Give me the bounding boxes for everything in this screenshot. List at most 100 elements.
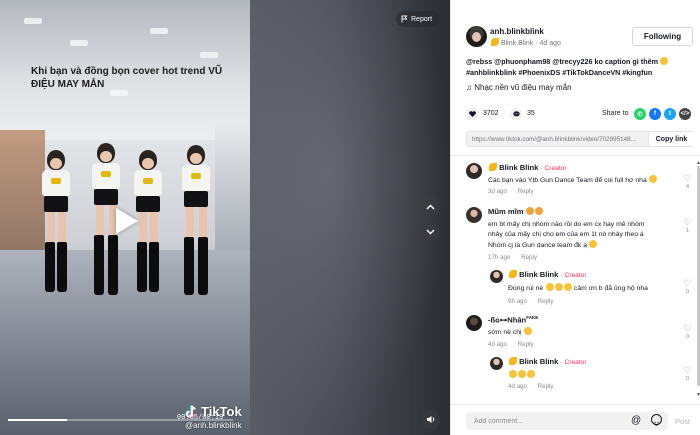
comment-button[interactable] [510,108,522,120]
comment-author[interactable]: Blink Blink · Creator [488,163,567,172]
banana-emoji-icon [508,357,517,365]
ceiling-light [70,40,88,46]
avatar[interactable] [490,357,503,370]
video-pane: Khi bạn và đồng bọn cover hot trend VŨ Đ… [0,0,450,435]
avatar[interactable] [466,163,482,179]
post-time: 4d ago [539,40,561,47]
avatar[interactable] [466,26,487,47]
comment-like-count: 0 [685,376,690,382]
stats-row: 3702 35 Share to ✆ f t </> [466,108,694,122]
avatar[interactable] [466,207,482,223]
video-player[interactable]: Khi bạn và đồng bọn cover hot trend VŨ Đ… [0,0,250,435]
banana-emoji-icon [490,38,499,46]
description-hashtags[interactable]: #anhblinkblink #PhoenixDS #TikTokDanceVN… [466,68,652,77]
music-title: Nhạc nền vũ điệu may mắn [474,83,572,92]
comment-meta: 3d ago Reply [488,188,534,195]
twitter-icon[interactable]: t [664,108,676,120]
comment-time: 4d ago [508,383,527,390]
heart-icon[interactable]: ♡ [682,278,693,289]
comment-time: 4d ago [488,341,507,348]
description-mentions[interactable]: @rebss @phuonpham98 @trecyy226 ko captio… [466,57,658,66]
reply-button[interactable]: Reply [538,383,554,390]
banana-emoji-icon [488,163,497,171]
copy-link-button[interactable]: Copy link [648,132,694,146]
post-button[interactable]: Post [675,417,690,426]
smile-emoji-icon [563,283,572,291]
like-button[interactable] [466,108,478,120]
comment-icon [512,111,520,117]
copy-link-box: https://www.tiktok.com/@anh.blinkblink/v… [466,131,694,147]
play-icon[interactable] [116,208,138,234]
mention-icon[interactable]: @ [631,415,641,426]
following-button[interactable]: Following [632,27,693,46]
mute-button[interactable] [421,410,440,429]
report-label: Report [411,15,433,23]
chevron-up-icon [426,204,435,209]
creator-badge: · Creator [560,272,587,279]
muscle-emoji-icon [526,207,535,215]
music-link[interactable]: ♫ Nhạc nền vũ điệu may mắn [466,83,572,92]
scroll-down-icon[interactable]: ▼ [696,392,700,398]
dancer [36,150,76,310]
ceiling-light [24,18,42,24]
progress-fill [8,419,67,421]
creator-badge: · Creator [540,165,567,172]
avatar[interactable] [466,315,482,331]
smile-emoji-icon [545,283,554,291]
flag-icon [401,15,408,23]
comment-text: Các bạn vào Ytb Gun Dance Team để coi fu… [488,175,658,186]
avatar[interactable] [490,270,503,283]
dancer [176,145,216,315]
video-link[interactable]: https://www.tiktok.com/@anh.blinkblink/v… [472,136,644,143]
comment-time: 9h ago [508,298,527,305]
comment-text: Đúng rùi nè cảm ơn b đã ủng hộ nha [508,283,648,292]
smile-emoji-icon [589,240,598,248]
comment-count: 35 [527,110,535,117]
heart-icon[interactable]: ♡ [682,365,693,376]
comment-list: Blink Blink · Creator Các bạn vào Ytb Gu… [451,157,700,402]
comment-reply: Blink Blink · Creator Đúng rùi nè cảm ơn… [466,270,694,310]
emoji-picker-icon[interactable] [651,414,662,426]
smile-emoji-icon [523,327,532,335]
divider [451,155,700,156]
music-note-icon: ♫ [466,83,472,92]
laugh-emoji-icon [517,370,526,378]
comment-text [508,370,535,381]
previous-video-button[interactable] [421,197,440,216]
comment-author[interactable]: -ßɢ⊶NhânFAKE [488,315,538,325]
comment-author[interactable]: Mũm mĩm [488,207,544,216]
next-video-button[interactable] [421,222,440,241]
heart-icon[interactable]: ♡ [682,217,693,228]
facebook-icon[interactable]: f [649,108,661,120]
whatsapp-icon[interactable]: ✆ [634,108,646,120]
reply-button[interactable]: Reply [518,188,534,195]
embed-icon[interactable]: </> [679,108,691,120]
comment-like-count: 1 [685,228,690,234]
comment-like-count: 4 [685,184,690,190]
comment-item: Mũm mĩm em bt mấy chị nhóm nào rồi do em… [466,207,694,267]
comment-like-count: 0 [685,334,690,340]
heart-icon[interactable]: ♡ [682,323,693,334]
share-label: Share to [602,110,629,117]
reply-button[interactable]: Reply [521,254,537,261]
comment-author[interactable]: Blink Blink · Creator [508,357,587,366]
author-nickname: Blink Blink [500,40,534,47]
volume-icon [426,416,434,423]
author-header: anh.blinkblink Blink Blink · 4d ago Foll… [466,10,694,47]
reply-button[interactable]: Reply [518,341,534,348]
ceiling-light [150,28,168,34]
comment-item: Blink Blink · Creator Các bạn vào Ytb Gu… [466,163,694,199]
reply-button[interactable]: Reply [538,298,554,305]
comment-like-count: 0 [685,289,690,295]
storefront [215,120,250,270]
comment-text: em bt mấy chị nhóm nào rồi do em cx hay … [488,221,645,249]
comment-author[interactable]: Blink Blink · Creator [508,270,587,279]
smile-emoji-icon [660,57,669,65]
heart-icon[interactable]: ♡ [682,173,693,184]
muscle-emoji-icon [535,207,544,215]
report-button[interactable]: Report [396,11,440,27]
author-username[interactable]: anh.blinkblink [490,27,544,36]
smile-emoji-icon [554,283,563,291]
comments-scrollbar[interactable]: ▲ ▼ [696,160,700,400]
comment-time: 17h ago [488,254,511,261]
